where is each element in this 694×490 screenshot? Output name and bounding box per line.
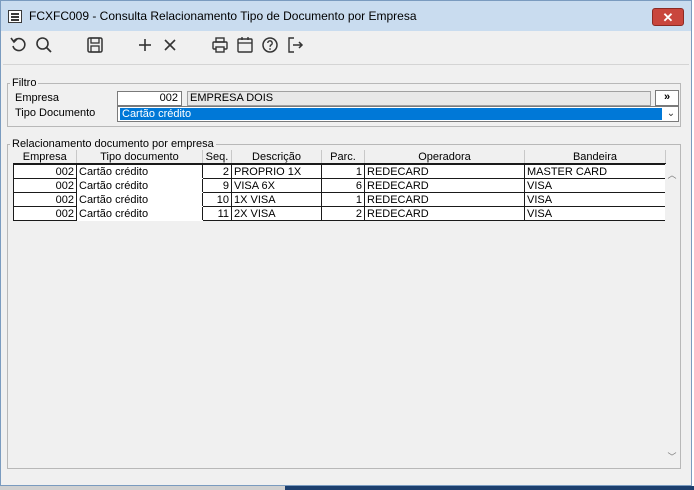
- table-row[interactable]: 002 Cartão crédito 2 PROPRIO 1X 1 REDECA…: [13, 163, 666, 179]
- cell-parc[interactable]: 1: [321, 163, 365, 179]
- cell-tipo-documento[interactable]: Cartão crédito: [76, 163, 203, 179]
- cell-operadora[interactable]: REDECARD: [364, 192, 525, 207]
- cell-empresa[interactable]: 002: [13, 192, 77, 207]
- exit-icon[interactable]: [285, 35, 307, 57]
- grid-header-row: Empresa Tipo documento Seq. Descrição Pa…: [13, 150, 666, 165]
- search-icon[interactable]: [34, 35, 56, 57]
- relacionamento-legend: Relacionamento documento por empresa: [12, 138, 214, 150]
- cell-empresa[interactable]: 002: [13, 206, 77, 221]
- cell-descricao[interactable]: 1X VISA: [231, 192, 322, 207]
- cell-bandeira[interactable]: VISA: [524, 178, 666, 193]
- help-icon[interactable]: [260, 35, 282, 57]
- cell-descricao[interactable]: PROPRIO 1X: [231, 163, 322, 179]
- table-row[interactable]: 002 Cartão crédito 11 2X VISA 2 REDECARD…: [13, 206, 666, 221]
- cell-seq[interactable]: 9: [202, 178, 232, 193]
- cell-parc[interactable]: 1: [321, 192, 365, 207]
- tipo-documento-value: Cartão crédito: [120, 108, 662, 120]
- print-icon[interactable]: [210, 35, 232, 57]
- refresh-icon[interactable]: [9, 35, 31, 57]
- close-button[interactable]: ✕: [652, 8, 684, 26]
- cell-tipo-documento[interactable]: Cartão crédito: [76, 178, 203, 193]
- cell-seq[interactable]: 10: [202, 192, 232, 207]
- cell-bandeira[interactable]: VISA: [524, 192, 666, 207]
- col-header-descricao[interactable]: Descrição: [231, 150, 322, 165]
- col-header-seq[interactable]: Seq.: [202, 150, 232, 165]
- title-bar: FCXFC009 - Consulta Relacionamento Tipo …: [1, 1, 691, 31]
- cell-operadora[interactable]: REDECARD: [364, 163, 525, 179]
- calendar-icon[interactable]: [235, 35, 257, 57]
- cell-operadora[interactable]: REDECARD: [364, 206, 525, 221]
- col-header-operadora[interactable]: Operadora: [364, 150, 525, 165]
- toolbar: [1, 31, 691, 63]
- cell-seq[interactable]: 2: [202, 163, 232, 179]
- col-header-parc[interactable]: Parc.: [321, 150, 365, 165]
- cell-tipo-documento[interactable]: Cartão crédito: [76, 192, 203, 207]
- cell-descricao[interactable]: 2X VISA: [231, 206, 322, 221]
- chevron-down-icon[interactable]: ⌄: [664, 107, 678, 121]
- app-window: FCXFC009 - Consulta Relacionamento Tipo …: [0, 0, 692, 486]
- scroll-up-icon[interactable]: ︿: [665, 168, 679, 181]
- delete-icon[interactable]: [160, 35, 182, 57]
- cell-tipo-documento[interactable]: Cartão crédito: [76, 206, 203, 221]
- cell-empresa[interactable]: 002: [13, 163, 77, 179]
- col-header-tipo-documento[interactable]: Tipo documento: [76, 150, 203, 165]
- cell-empresa[interactable]: 002: [13, 178, 77, 193]
- empresa-label: Empresa: [15, 92, 60, 104]
- empresa-name-field: EMPRESA DOIS: [187, 91, 651, 106]
- cell-bandeira[interactable]: MASTER CARD: [524, 163, 666, 179]
- toolbar-divider: [3, 64, 689, 65]
- table-row[interactable]: 002 Cartão crédito 9 VISA 6X 6 REDECARD …: [13, 178, 666, 193]
- col-header-bandeira[interactable]: Bandeira: [524, 150, 666, 165]
- grid-vertical-scrollbar[interactable]: ︿ ﹀: [665, 164, 679, 467]
- relacionamento-grid: Empresa Tipo documento Seq. Descrição Pa…: [13, 150, 666, 221]
- scroll-down-icon[interactable]: ﹀: [665, 450, 679, 463]
- taskbar-strip-left: [0, 486, 285, 490]
- cell-seq[interactable]: 11: [202, 206, 232, 221]
- save-icon[interactable]: [85, 35, 107, 57]
- add-icon[interactable]: [135, 35, 157, 57]
- filter-legend: Filtro: [12, 77, 37, 89]
- app-icon: [8, 10, 22, 23]
- cell-bandeira[interactable]: VISA: [524, 206, 666, 221]
- cell-operadora[interactable]: REDECARD: [364, 178, 525, 193]
- empresa-code-input[interactable]: 002: [117, 91, 182, 106]
- cell-parc[interactable]: 6: [321, 178, 365, 193]
- cell-parc[interactable]: 2: [321, 206, 365, 221]
- table-row[interactable]: 002 Cartão crédito 10 1X VISA 1 REDECARD…: [13, 192, 666, 207]
- cell-descricao[interactable]: VISA 6X: [231, 178, 322, 193]
- tipo-documento-select[interactable]: Cartão crédito ⌄: [117, 106, 679, 122]
- window-title: FCXFC009 - Consulta Relacionamento Tipo …: [29, 9, 417, 23]
- empresa-lookup-button[interactable]: »: [655, 90, 679, 106]
- col-header-empresa[interactable]: Empresa: [13, 150, 77, 165]
- tipo-documento-label: Tipo Documento: [15, 107, 96, 119]
